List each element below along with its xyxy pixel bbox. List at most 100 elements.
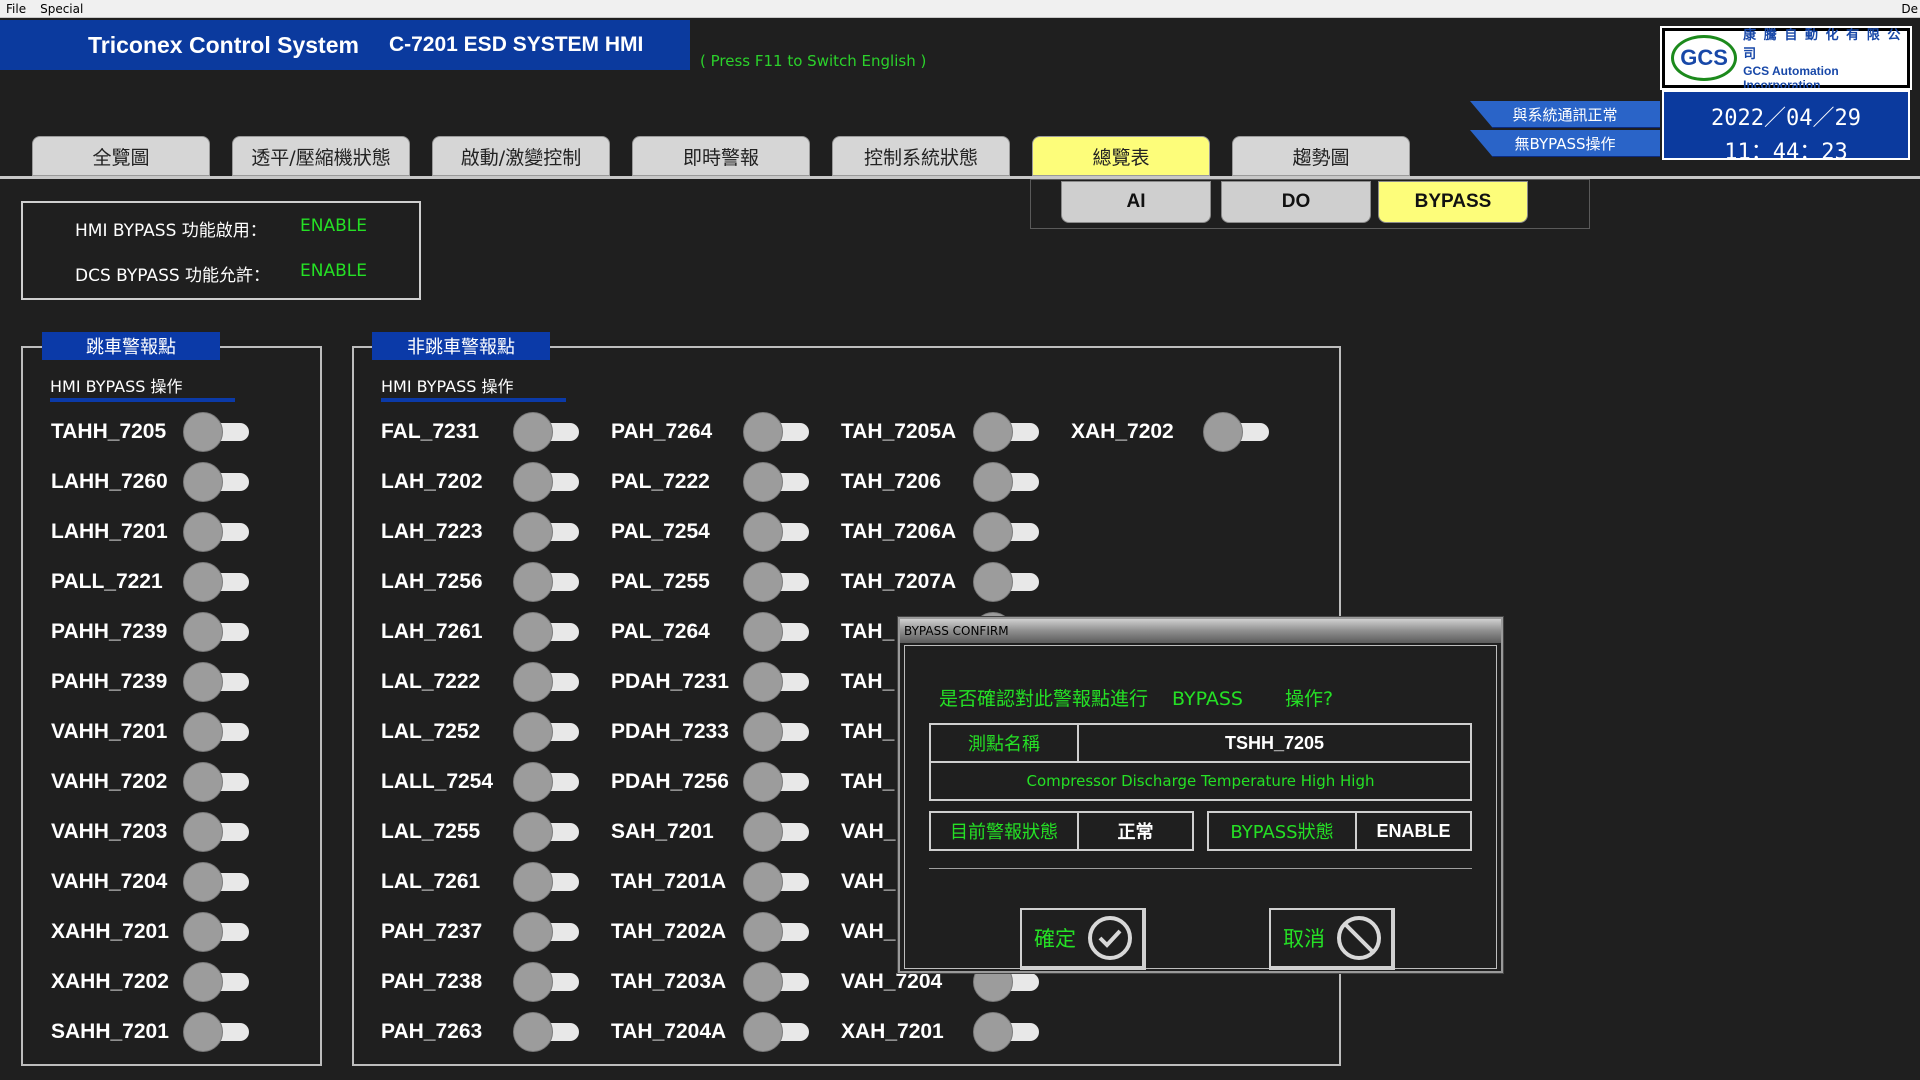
bypass-toggle[interactable] [513,462,579,502]
alarm-point-pahh-7239: PAHH_7239 [51,662,167,702]
alarm-point-tah-7204a: TAH_7204A [611,1012,726,1052]
alarm-point-lah-7261: LAH_7261 [381,612,483,652]
toggle-knob [183,562,223,602]
cancel-button[interactable]: 取消 [1269,908,1395,970]
alarm-point-label: VAHH_7201 [51,720,168,743]
alarm-point-label: LAL_7261 [381,870,481,893]
bypass-toggle[interactable] [513,712,579,752]
bypass-toggle[interactable] [743,462,809,502]
alarm-point-pal-7222: PAL_7222 [611,462,710,502]
dcs-bypass-value: ENABLE [300,261,367,281]
alarm-point-tah-7202a: TAH_7202A [611,912,726,952]
bypass-toggle[interactable] [743,512,809,552]
menu-right-clipped[interactable]: De [1901,2,1918,16]
bypass-toggle[interactable] [183,812,249,852]
bypass-toggle[interactable] [513,962,579,1002]
toggle-knob [183,762,223,802]
bypass-toggle[interactable] [513,912,579,952]
trip-alarm-panel [21,346,322,1066]
alarm-point-xah-7202: XAH_7202 [1071,412,1174,452]
alarm-point-vahh-7203: VAHH_7203 [51,812,167,852]
bypass-toggle[interactable] [183,512,249,552]
dcs-bypass-label: DCS BYPASS 功能允許： [75,266,271,286]
bypass-toggle[interactable] [513,762,579,802]
bypass-toggle[interactable] [513,412,579,452]
menu-file[interactable]: File [6,2,26,16]
clock: 2022／04／29 11：44：23 [1662,90,1910,165]
alarm-point-lall-7254: LALL_7254 [381,762,493,802]
tab-overview[interactable]: 全覽圖 [32,136,210,176]
alarm-point-label: VAHH_7203 [51,820,168,843]
confirm-label: 確定 [1034,927,1076,951]
bypass-toggle[interactable] [743,912,809,952]
trip-alarm-tag: 跳車警報點 [42,332,220,360]
bypass-toggle[interactable] [183,462,249,502]
bypass-toggle[interactable] [183,762,249,802]
bypass-toggle[interactable] [183,912,249,952]
menu-special[interactable]: Special [40,2,83,16]
subtab-do[interactable]: DO [1221,181,1371,223]
toggle-knob [743,662,783,702]
bypass-toggle[interactable] [183,712,249,752]
toggle-knob [743,762,783,802]
comm-status-flag: 與系統通訊正常 [1470,101,1660,128]
tab-summary[interactable]: 總覽表 [1032,136,1210,176]
toggle-knob [513,1012,553,1052]
bypass-toggle[interactable] [973,1012,1039,1052]
bypass-toggle[interactable] [743,962,809,1002]
tab-realtime-alarm[interactable]: 即時警報 [632,136,810,176]
bypass-toggle[interactable] [513,662,579,702]
bypass-toggle[interactable] [743,862,809,902]
bypass-toggle[interactable] [513,812,579,852]
bypass-toggle[interactable] [743,612,809,652]
alarm-point-label: LALL_7254 [381,770,494,793]
alarm-point-lahh-7201: LAHH_7201 [51,512,168,552]
bypass-toggle[interactable] [743,812,809,852]
bypass-toggle[interactable] [973,512,1039,552]
bypass-toggle[interactable] [973,412,1039,452]
dialog-title: BYPASS CONFIRM [900,619,1501,643]
bypass-toggle[interactable] [743,412,809,452]
toggle-knob [513,862,553,902]
alarm-point-tah-7206a: TAH_7206A [841,512,956,552]
alarm-point-label: TAH_7204A [611,1020,727,1043]
alarm-point-label: VAH_ [841,920,896,943]
bypass-toggle[interactable] [183,662,249,702]
subtab-ai[interactable]: AI [1061,181,1211,223]
bypass-toggle[interactable] [743,662,809,702]
tab-turbine-compressor[interactable]: 透平/壓縮機狀態 [232,136,410,176]
toggle-knob [183,612,223,652]
bypass-toggle[interactable] [743,712,809,752]
system-title: Triconex Control System [88,31,359,58]
alarm-point-lal-7222: LAL_7222 [381,662,480,702]
bypass-toggle[interactable] [183,612,249,652]
bypass-toggle[interactable] [973,462,1039,502]
bypass-toggle[interactable] [743,562,809,602]
tab-trend[interactable]: 趨勢圖 [1232,136,1410,176]
confirm-button[interactable]: 確定 [1020,908,1146,970]
bypass-toggle[interactable] [513,612,579,652]
toggle-knob [743,712,783,752]
bypass-toggle[interactable] [513,862,579,902]
bypass-toggle[interactable] [743,1012,809,1052]
alarm-point-pdah-7231: PDAH_7231 [611,662,729,702]
bypass-toggle[interactable] [183,412,249,452]
bypass-status-value: ENABLE [1355,811,1472,851]
bypass-toggle[interactable] [743,762,809,802]
bypass-toggle[interactable] [183,1012,249,1052]
bypass-toggle[interactable] [1203,412,1269,452]
subtab-bypass[interactable]: BYPASS [1378,181,1528,223]
toggle-knob [743,612,783,652]
bypass-toggle[interactable] [183,862,249,902]
dialog-separator [929,868,1472,869]
tab-control-system-status[interactable]: 控制系統狀態 [832,136,1010,176]
question-text-a: 是否確認對此警報點進行 [939,688,1149,710]
bypass-toggle[interactable] [183,562,249,602]
alarm-point-label: TAHH_7205 [51,420,167,443]
bypass-toggle[interactable] [183,962,249,1002]
bypass-toggle[interactable] [513,562,579,602]
bypass-toggle[interactable] [513,512,579,552]
bypass-toggle[interactable] [973,562,1039,602]
bypass-toggle[interactable] [513,1012,579,1052]
tab-start-surge-control[interactable]: 啟動/激變控制 [432,136,610,176]
